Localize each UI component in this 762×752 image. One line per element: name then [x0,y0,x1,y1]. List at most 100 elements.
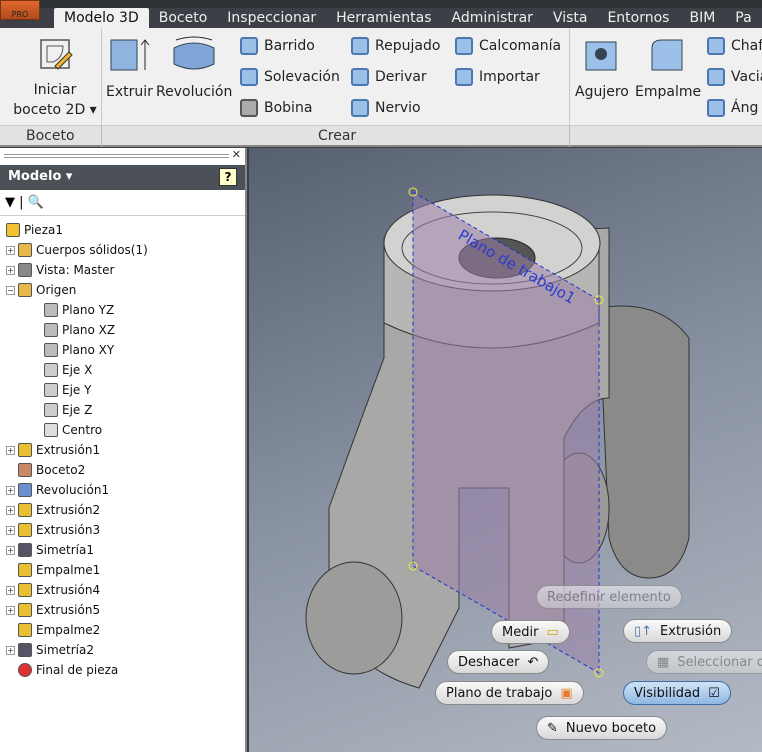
tree-item-label: Extrusión3 [36,523,101,537]
ruler-icon: ▭ [546,624,559,640]
expand-icon[interactable]: + [6,485,15,495]
hole-icon [585,41,617,71]
tab-entornos[interactable]: Entornos [597,8,679,28]
import-button[interactable]: Importar [455,68,540,86]
expand-icon[interactable]: + [6,545,15,555]
browser-header[interactable]: Modelo ▾ ? [0,165,245,190]
tab-vista[interactable]: Vista [543,8,598,28]
tree-item[interactable]: Empalme2 [0,620,245,640]
expand-icon[interactable]: + [6,525,15,535]
work-plane-button[interactable]: Plano de trabajo ▣ [435,681,584,705]
tree-item-label: Final de pieza [36,663,119,677]
revolve-button[interactable]: Revolución [156,34,232,102]
draft-button[interactable]: Áng [707,99,758,117]
tree-item-label: Eje Y [62,383,92,397]
folder-icon [18,243,32,257]
tree-item[interactable]: + Extrusión1 [0,440,245,460]
tree-item-label: Extrusión5 [36,603,101,617]
separator [101,126,102,147]
chamfer-button[interactable]: Chaf [707,37,762,55]
start-sketch-button[interactable]: Iniciar boceto 2D ▾ [10,34,100,120]
hole-label: Agujero [575,84,629,100]
extrude-icon: ▯↑ [634,623,653,639]
start-sketch-label2: boceto 2D [13,102,86,118]
tab-inspeccionar[interactable]: Inspeccionar [217,8,326,28]
expand-icon[interactable]: + [6,245,15,255]
tree-item[interactable]: + Extrusión5 [0,600,245,620]
part-icon [6,223,20,237]
rib-button[interactable]: Nervio [351,99,421,117]
browser-grip[interactable] [4,154,229,158]
tree-item[interactable]: Eje Y [0,380,245,400]
tab-modelo-3d[interactable]: Modelo 3D [54,8,149,28]
revolve-label: Revolución [156,84,233,100]
tree-item[interactable]: Eje Z [0,400,245,420]
new-sketch-button[interactable]: ✎ Nuevo boceto [536,716,668,740]
shell-button[interactable]: Vacia [707,68,762,86]
tree-item[interactable]: + Extrusión3 [0,520,245,540]
tree-item[interactable]: + Cuerpos sólidos(1) [0,240,245,260]
expand-icon[interactable]: + [6,605,15,615]
extrude-button[interactable]: Extruir [106,34,153,102]
decal-button[interactable]: Calcomanía [455,37,561,55]
extrusion-button[interactable]: ▯↑ Extrusión [623,619,733,643]
start-sketch-label: Iniciar [33,82,77,98]
fillet-icon [18,563,32,577]
expand-icon[interactable]: − [6,285,15,295]
tree-item[interactable]: + Extrusión2 [0,500,245,520]
derive-button[interactable]: Derivar [351,68,427,86]
emboss-button[interactable]: Repujado [351,37,440,55]
tab-herramientas[interactable]: Herramientas [326,8,441,28]
help-icon[interactable]: ? [219,168,237,186]
tree-item[interactable]: Pieza1 [0,220,245,240]
browser-title: Modelo [8,169,62,184]
tree-item-label: Empalme1 [36,563,101,577]
sweep-button[interactable]: Barrido [240,37,315,55]
app-menu-button[interactable]: PRO [0,0,40,20]
tree-item[interactable]: + Simetría2 [0,640,245,660]
filter-icon[interactable]: ▼ [5,195,15,210]
fillet-icon [18,623,32,637]
find-icon[interactable]: 🔍 [28,195,44,210]
tree-item[interactable]: − Origen [0,280,245,300]
loft-button[interactable]: Solevación [240,68,340,86]
tree-item-label: Revolución1 [36,483,110,497]
tab-administrar[interactable]: Administrar [442,8,543,28]
tree-item[interactable]: + Extrusión4 [0,580,245,600]
visibility-toggle[interactable]: Visibilidad ☑ [623,681,731,705]
tree-item[interactable]: Empalme1 [0,560,245,580]
redefine-feature-button[interactable]: Redefinir elemento [536,585,682,609]
tab-bim[interactable]: BIM [679,8,725,28]
tab-more[interactable]: Pa [725,8,761,28]
tree-item[interactable]: Final de pieza [0,660,245,680]
close-icon[interactable]: ✕ [232,148,241,161]
expand-icon[interactable]: + [6,265,15,275]
expand-icon[interactable]: + [6,585,15,595]
coil-button[interactable]: Bobina [240,99,312,117]
expand-icon[interactable]: + [6,445,15,455]
tree-item-label: Centro [62,423,103,437]
rib-label: Nervio [375,100,421,116]
tree-item[interactable]: Eje X [0,360,245,380]
tree-item[interactable]: Centro [0,420,245,440]
tab-boceto[interactable]: Boceto [149,8,218,28]
tree-item[interactable]: Plano XZ [0,320,245,340]
tree-item[interactable]: Boceto2 [0,460,245,480]
chamfer-label: Chaf [731,38,762,54]
undo-icon: ↶ [527,654,539,670]
tree-item[interactable]: Plano YZ [0,300,245,320]
graphics-viewport[interactable]: Plano de trabajo1 Redefinir elemento Med… [249,148,762,752]
tree-item[interactable]: + Revolución1 [0,480,245,500]
expand-icon[interactable]: + [6,645,15,655]
view-icon [18,263,32,277]
select-other-button[interactable]: ▦ Seleccionar otro [646,650,762,674]
hole-button[interactable]: Agujero [575,34,629,102]
measure-button[interactable]: Medir ▭ [491,620,570,644]
tree-item[interactable]: Plano XY [0,340,245,360]
undo-button[interactable]: Deshacer ↶ [447,650,550,674]
expand-icon[interactable]: + [6,505,15,515]
tree-item[interactable]: + Vista: Master [0,260,245,280]
fillet-button[interactable]: Empalme [635,34,701,102]
tree-item[interactable]: + Simetría1 [0,540,245,560]
